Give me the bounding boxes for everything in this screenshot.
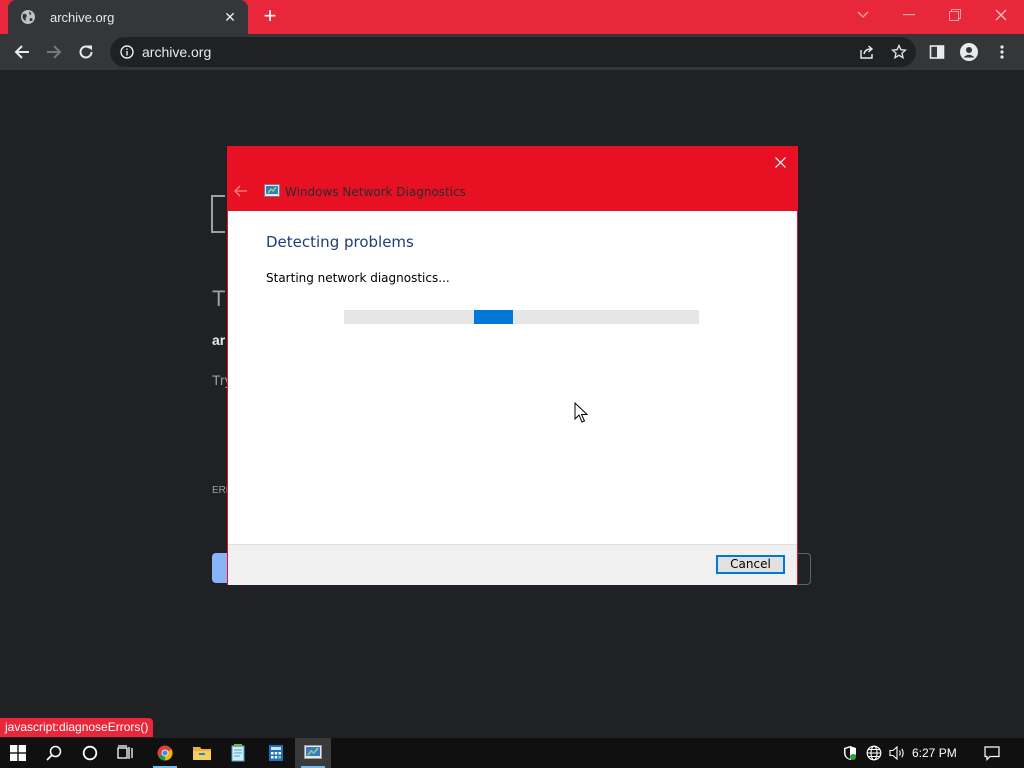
tab-title: archive.org bbox=[50, 9, 115, 25]
network-tray[interactable] bbox=[862, 738, 886, 768]
reload-button[interactable] bbox=[72, 38, 100, 66]
browser-tab[interactable]: archive.org ✕ bbox=[8, 0, 248, 34]
menu-icon bbox=[1000, 45, 1004, 59]
star-icon bbox=[891, 44, 907, 60]
new-tab-button[interactable]: + bbox=[258, 4, 282, 28]
task-view-button[interactable] bbox=[108, 738, 144, 768]
network-diagnostics-icon bbox=[264, 184, 280, 197]
minimize-icon bbox=[903, 14, 915, 16]
profile-icon bbox=[960, 43, 978, 61]
profile-button[interactable] bbox=[955, 38, 983, 66]
notepad-icon bbox=[231, 744, 245, 762]
close-window-button[interactable] bbox=[978, 0, 1024, 30]
side-panel-button[interactable] bbox=[923, 38, 951, 66]
calculator-button[interactable] bbox=[258, 738, 294, 768]
task-view-icon bbox=[117, 745, 133, 759]
dialog-close-button[interactable] bbox=[771, 153, 789, 171]
network-diagnostics-dialog: Windows Network Diagnostics Detecting pr… bbox=[227, 146, 798, 585]
search-icon bbox=[46, 745, 62, 761]
cancel-button[interactable]: Cancel bbox=[716, 555, 785, 574]
action-center-button[interactable] bbox=[980, 738, 1004, 768]
calculator-icon bbox=[269, 745, 283, 761]
back-arrow-icon bbox=[234, 185, 247, 197]
dialog-title: Windows Network Diagnostics bbox=[285, 185, 466, 199]
diagnostics-status: Starting network diagnostics... bbox=[266, 271, 450, 285]
file-explorer-button[interactable] bbox=[184, 738, 220, 768]
share-button[interactable] bbox=[852, 37, 882, 67]
share-icon bbox=[860, 45, 874, 59]
network-diagnostics-icon bbox=[304, 745, 322, 759]
chrome-icon bbox=[157, 745, 173, 761]
browser-titlebar: archive.org ✕ + bbox=[0, 0, 1024, 34]
error-title-fragment: T bbox=[212, 286, 226, 311]
volume-icon bbox=[889, 745, 904, 761]
forward-icon bbox=[47, 45, 62, 59]
link-status-bubble: javascript:diagnoseErrors() bbox=[0, 718, 154, 737]
back-icon bbox=[14, 45, 29, 59]
forward-button[interactable] bbox=[40, 38, 68, 66]
progress-indicator bbox=[474, 310, 513, 324]
restore-icon bbox=[949, 9, 961, 21]
mouse-cursor-icon bbox=[574, 402, 588, 423]
cortana-button[interactable] bbox=[72, 738, 108, 768]
address-url[interactable]: archive.org bbox=[142, 44, 211, 60]
restore-button[interactable] bbox=[932, 0, 978, 30]
reload-icon bbox=[79, 45, 93, 59]
start-icon bbox=[10, 745, 26, 761]
volume-tray[interactable] bbox=[886, 738, 910, 768]
security-icon bbox=[844, 746, 856, 760]
back-button[interactable] bbox=[8, 38, 36, 66]
progress-bar bbox=[344, 310, 699, 324]
dialog-header: Windows Network Diagnostics bbox=[228, 147, 797, 211]
network-icon bbox=[866, 745, 882, 761]
bookmark-button[interactable] bbox=[884, 37, 914, 67]
chevron-down-icon bbox=[857, 11, 869, 18]
notification-icon bbox=[984, 746, 1000, 761]
chrome-menu-button[interactable] bbox=[988, 38, 1016, 66]
search-button[interactable] bbox=[36, 738, 72, 768]
dialog-heading: Detecting problems bbox=[266, 233, 414, 251]
network-diagnostics-taskbar-button[interactable] bbox=[295, 738, 331, 768]
globe-icon bbox=[20, 9, 36, 25]
error-page-icon bbox=[211, 195, 225, 233]
dialog-back-button[interactable] bbox=[234, 183, 252, 199]
windows-security-tray[interactable] bbox=[838, 738, 862, 768]
address-bar[interactable]: archive.org bbox=[110, 37, 916, 67]
taskbar-clock[interactable]: 6:27 PM bbox=[912, 738, 957, 768]
windows-taskbar: 6:27 PM bbox=[0, 738, 1024, 768]
cortana-icon bbox=[82, 745, 98, 761]
tab-close-icon[interactable]: ✕ bbox=[218, 9, 242, 26]
side-panel-icon bbox=[929, 45, 945, 59]
tab-search-button[interactable] bbox=[840, 0, 886, 30]
browser-toolbar: archive.org bbox=[0, 34, 1024, 70]
minimize-button[interactable] bbox=[886, 0, 932, 30]
info-icon[interactable] bbox=[120, 45, 134, 59]
start-button[interactable] bbox=[0, 738, 36, 768]
chrome-taskbar-button[interactable] bbox=[147, 738, 183, 768]
error-host-fragment: ar bbox=[212, 332, 226, 348]
notepad-button[interactable] bbox=[220, 738, 256, 768]
file-explorer-icon bbox=[193, 747, 211, 760]
dialog-footer: Cancel bbox=[228, 544, 797, 585]
close-icon bbox=[774, 156, 786, 168]
close-icon bbox=[995, 9, 1007, 21]
